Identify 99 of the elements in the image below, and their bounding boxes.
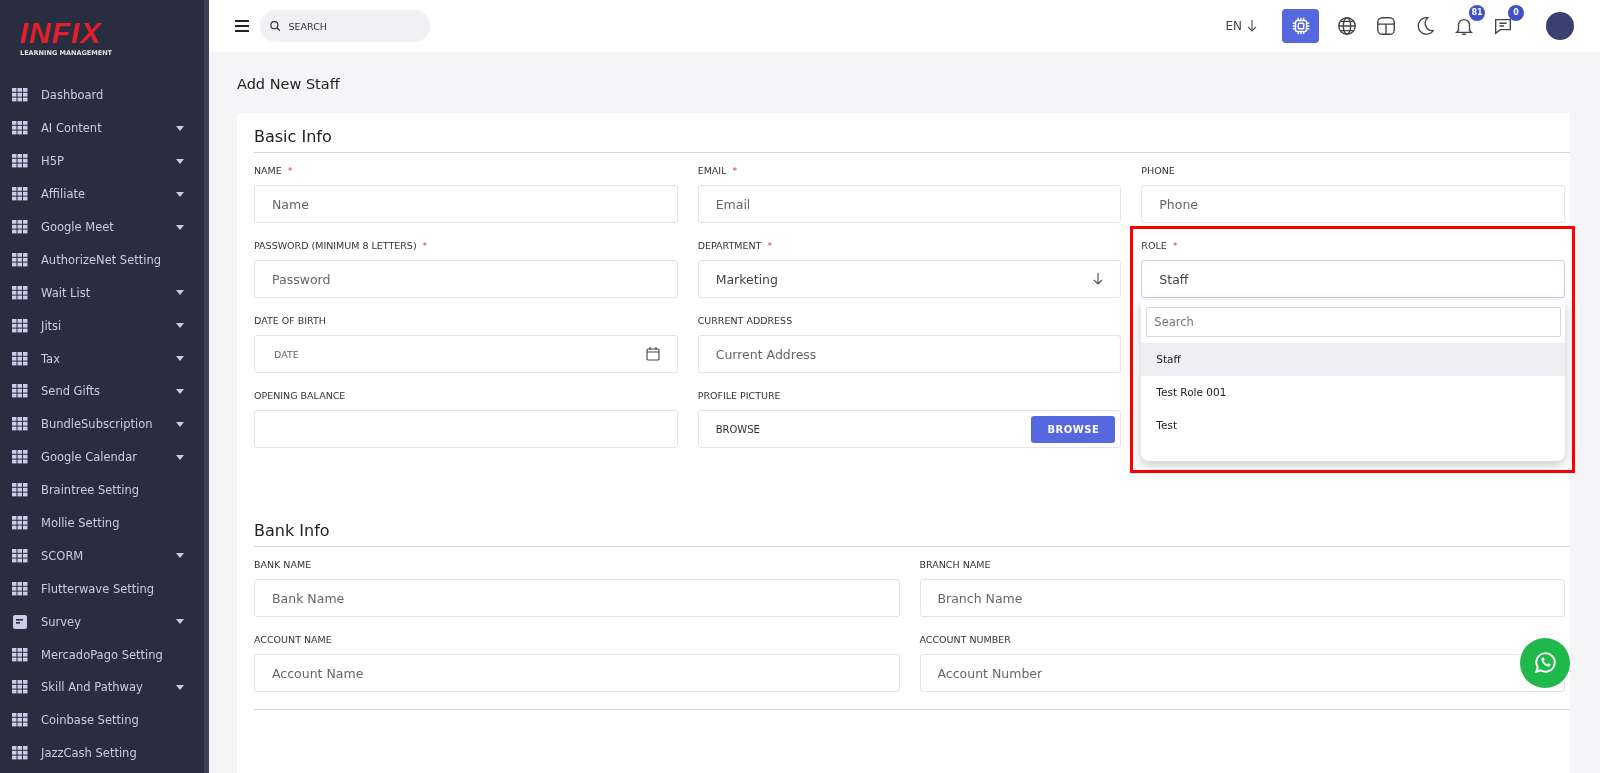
grid-icon [12, 581, 28, 596]
sidebar-item[interactable]: Wait List [0, 276, 204, 310]
grid-icon [12, 713, 28, 728]
grid-icon [12, 516, 28, 530]
sidebar-item[interactable]: Dashboard [0, 79, 204, 112]
field-label: PASSWORD (MINIMUM 8 LETTERS) [254, 240, 417, 252]
file-field[interactable]: BROWSE BROWSE [697, 410, 1122, 448]
field-label: ROLE [1141, 240, 1167, 252]
input-field[interactable]: Email [697, 185, 1122, 223]
date-field[interactable]: DATE [254, 335, 678, 373]
document-icon [12, 614, 28, 629]
sidebar-item[interactable]: JazzCash Setting [0, 736, 204, 770]
ai-chip-button[interactable] [1282, 9, 1319, 43]
arrow-down-icon [1247, 20, 1257, 32]
input-field[interactable]: Current Address [697, 335, 1122, 373]
grid-icon [12, 647, 28, 662]
grid-icon [12, 88, 28, 103]
field-label: CURRENT ADDRESS [697, 315, 793, 327]
grid-icon [12, 187, 28, 202]
sidebar-item[interactable]: SCORM [0, 539, 204, 573]
grid-icon [12, 384, 28, 399]
search-input[interactable]: SEARCH [286, 19, 430, 33]
field-label: ACCOUNT NAME [254, 634, 333, 646]
required-mark: * [1172, 240, 1178, 252]
grid-icon [12, 252, 28, 267]
grid-icon [12, 121, 28, 136]
input-field[interactable]: Branch Name [919, 579, 1565, 617]
input-field[interactable]: Name [254, 185, 678, 223]
field-label: DATE OF BIRTH [254, 315, 326, 327]
arrow-down-icon [1093, 273, 1104, 285]
select-field[interactable]: Staff [1141, 260, 1565, 298]
grid-icon [12, 746, 28, 761]
layout-icon[interactable] [1375, 15, 1397, 37]
calendar-icon [645, 347, 660, 361]
field-label: BRANCH NAME [919, 559, 992, 571]
date-input[interactable]: DATE [272, 347, 646, 361]
sidebar-item[interactable]: AI Content [0, 111, 204, 145]
language-selector[interactable]: EN [1225, 19, 1257, 33]
section-title: Bank Info [254, 521, 1570, 547]
grid-icon [12, 483, 28, 498]
sidebar-item[interactable]: AuthorizeNet Setting [0, 243, 204, 277]
required-mark: * [287, 165, 293, 177]
input-field[interactable]: Bank Name [254, 579, 900, 617]
grid-icon [12, 450, 28, 465]
sidebar-item[interactable]: Braintree Setting [0, 473, 204, 507]
sidebar-item[interactable]: Send Gifts [0, 375, 204, 408]
input-field[interactable]: Phone [1141, 185, 1565, 223]
input-field[interactable]: Password [254, 260, 678, 298]
dropdown-option[interactable]: Test [1141, 409, 1565, 442]
notification-count: 81 [1469, 5, 1485, 21]
grid-icon [12, 154, 28, 169]
sidebar-item[interactable]: Jitsi [0, 309, 204, 343]
required-mark: * [767, 240, 773, 252]
select-field[interactable]: Marketing [697, 260, 1122, 298]
field-label: NAME [254, 165, 282, 177]
sidebar-item[interactable]: Coinbase Setting [0, 703, 204, 737]
sidebar-item[interactable]: MercadoPago Setting [0, 638, 204, 672]
grid-icon [12, 220, 28, 234]
phone-bubble-icon [1532, 650, 1558, 676]
field-label: OPENING BALANCE [254, 390, 346, 402]
globe-icon[interactable] [1336, 15, 1358, 37]
field-label: PHONE [1141, 165, 1175, 177]
message-count: 0 [1508, 5, 1524, 21]
grid-icon [12, 285, 28, 300]
grid-icon [12, 417, 28, 432]
search-icon [270, 20, 281, 32]
grid-icon [12, 548, 28, 563]
field-label: EMAIL [697, 165, 727, 177]
sidebar-item[interactable]: Mollie Setting [0, 506, 204, 540]
field-label: DEPARTMENT [697, 240, 762, 252]
sidebar-item[interactable]: Survey [0, 605, 204, 639]
page-title: Add New Staff [237, 76, 341, 92]
grid-icon [12, 680, 28, 695]
field-label: PROFILE PICTURE [697, 390, 781, 402]
sidebar-item[interactable]: BundleSubscription [0, 407, 204, 441]
sidebar-item[interactable]: Tax [0, 342, 204, 375]
search-bar[interactable]: SEARCH [260, 10, 430, 42]
sidebar-item[interactable]: Flutterwave Setting [0, 572, 204, 606]
menu-icon[interactable] [235, 20, 249, 32]
grid-icon [12, 318, 28, 333]
sidebar-item[interactable]: Affiliate [0, 177, 204, 211]
field-label: ACCOUNT NUMBER [919, 634, 1012, 646]
search-field[interactable]: Search [1146, 307, 1561, 337]
avatar[interactable] [1546, 12, 1574, 40]
field-label: BANK NAME [254, 559, 313, 571]
input-field[interactable] [254, 410, 678, 448]
section-title: Basic Info [254, 127, 1570, 153]
input-field[interactable]: Account Name [254, 654, 900, 692]
sidebar-item[interactable]: Google Meet [0, 210, 204, 244]
dropdown-option[interactable]: Test Role 001 [1141, 376, 1565, 409]
required-mark: * [422, 240, 428, 252]
dropdown-option[interactable]: Staff [1141, 343, 1565, 376]
sidebar-item[interactable]: Google Calendar [0, 440, 204, 474]
sidebar-item[interactable]: Skill And Pathway [0, 671, 204, 704]
sidebar-item[interactable]: H5P [0, 144, 204, 178]
logo-title: INFIX [20, 18, 103, 48]
browse-button[interactable]: BROWSE [1031, 415, 1116, 443]
grid-icon [12, 351, 28, 366]
required-mark: * [732, 165, 738, 177]
